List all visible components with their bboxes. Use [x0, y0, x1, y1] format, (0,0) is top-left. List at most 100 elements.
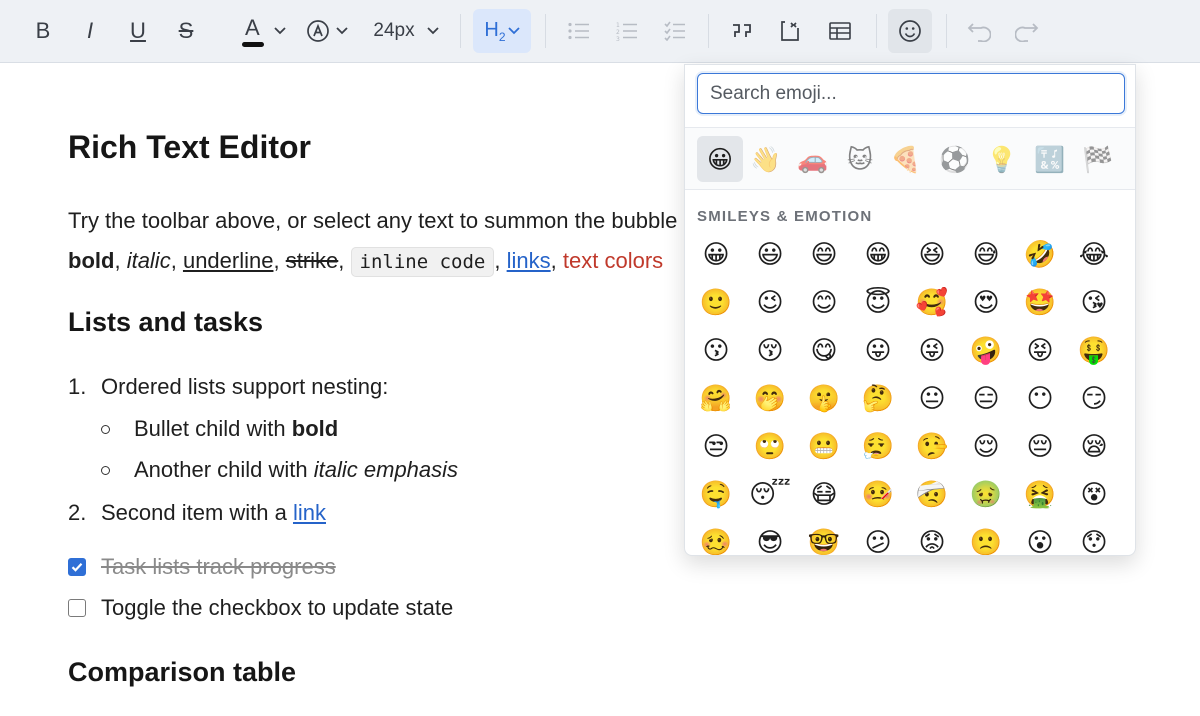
list-item-text: Ordered lists support nesting: [101, 374, 389, 399]
emoji-option[interactable]: 😑 [961, 377, 1011, 421]
category-objects[interactable]: 💡 [979, 136, 1025, 182]
emoji-option[interactable]: 😕 [853, 521, 903, 555]
emoji-option[interactable]: 🤪 [961, 329, 1011, 373]
emoji-option[interactable]: 🤕 [907, 473, 957, 517]
text-color-icon: A [238, 14, 268, 48]
emoji-option[interactable]: 🤒 [853, 473, 903, 517]
emoji-option[interactable]: 🤗 [691, 377, 741, 421]
italic-button[interactable]: I [69, 9, 111, 53]
category-people[interactable]: 👋 [743, 136, 789, 182]
checkmark-icon [71, 562, 83, 572]
category-symbols[interactable]: 🔣 [1027, 136, 1073, 182]
emoji-option[interactable]: 😚 [745, 329, 795, 373]
bold-icon: B [35, 18, 51, 43]
bold-button[interactable]: B [22, 9, 64, 53]
bold-sample: bold [68, 248, 115, 273]
emoji-option[interactable]: 😀 [691, 233, 741, 277]
strike-button[interactable]: S [165, 9, 207, 53]
code-block-button[interactable] [769, 9, 811, 53]
emoji-option[interactable]: 🤤 [691, 473, 741, 517]
emoji-option[interactable]: 😮‍💨 [853, 425, 903, 469]
chevron-down-icon [426, 27, 439, 35]
emoji-option[interactable]: 😝 [1015, 329, 1065, 373]
emoji-option[interactable]: 🙁 [961, 521, 1011, 555]
task-checkbox[interactable] [68, 599, 86, 617]
emoji-option[interactable]: 🥴 [691, 521, 741, 555]
emoji-option[interactable]: 🤢 [961, 473, 1011, 517]
emoji-option[interactable]: 😷 [799, 473, 849, 517]
text-color-button[interactable]: A [234, 9, 290, 53]
emoji-option[interactable]: 😶 [1015, 377, 1065, 421]
category-activities[interactable]: ⚽ [932, 136, 978, 182]
emoji-option[interactable]: 😎 [745, 521, 795, 555]
emoji-option[interactable]: 😗 [691, 329, 741, 373]
comma: , [114, 248, 121, 273]
heading-select[interactable]: H2 [473, 9, 531, 53]
emoji-option[interactable]: 🙂 [691, 281, 741, 325]
undo-button[interactable] [958, 9, 1000, 53]
emoji-option[interactable]: 😜 [907, 329, 957, 373]
emoji-option[interactable]: 😍 [961, 281, 1011, 325]
emoji-option[interactable]: 🤫 [799, 377, 849, 421]
table-button[interactable] [818, 9, 862, 53]
emoji-option[interactable]: 🤔 [853, 377, 903, 421]
emoji-option[interactable]: 😆 [907, 233, 957, 277]
blockquote-button[interactable] [721, 9, 763, 53]
emoji-button[interactable] [888, 9, 932, 53]
underline-button[interactable]: U [117, 9, 159, 53]
comma: , [494, 248, 501, 273]
emoji-option[interactable]: 🤮 [1015, 473, 1065, 517]
links-sample[interactable]: links [507, 248, 551, 273]
emoji-option[interactable]: 🥰 [907, 281, 957, 325]
highlight-button[interactable] [300, 9, 354, 53]
emoji-option[interactable]: 🤩 [1015, 281, 1065, 325]
emoji-option[interactable]: 😵 [1069, 473, 1119, 517]
heading-letter: H [484, 18, 499, 41]
italic-icon: I [86, 18, 94, 43]
emoji-search-input[interactable] [697, 73, 1125, 114]
emoji-option[interactable]: 🤑 [1069, 329, 1119, 373]
emoji-option[interactable]: 😉 [745, 281, 795, 325]
ordered-list-button[interactable]: 123 [606, 9, 648, 53]
emoji-option[interactable]: 😮 [1015, 521, 1065, 555]
task-checkbox-checked[interactable] [68, 558, 86, 576]
emoji-option[interactable]: 😪 [1069, 425, 1119, 469]
emoji-option[interactable]: 🤭 [745, 377, 795, 421]
emoji-option[interactable]: 😯 [1069, 521, 1119, 555]
emoji-option[interactable]: 😔 [1015, 425, 1065, 469]
category-smileys[interactable]: 😀 [697, 136, 743, 182]
category-animals[interactable]: 🐱 [837, 136, 883, 182]
redo-button[interactable] [1006, 9, 1048, 53]
emoji-option[interactable]: 😏 [1069, 377, 1119, 421]
emoji-option[interactable]: 😋 [799, 329, 849, 373]
emoji-option[interactable]: 🤥 [907, 425, 957, 469]
emoji-option[interactable]: 😐 [907, 377, 957, 421]
task-list-button[interactable] [654, 9, 696, 53]
emoji-option[interactable]: 😘 [1069, 281, 1119, 325]
italic-sample: italic [126, 248, 171, 273]
emoji-option[interactable]: 😟 [907, 521, 957, 555]
emoji-option[interactable]: 😄 [799, 233, 849, 277]
font-size-select[interactable]: 24px [366, 9, 446, 53]
emoji-option[interactable]: 🤣 [1015, 233, 1065, 277]
emoji-option[interactable]: 😁 [853, 233, 903, 277]
emoji-option[interactable]: 😛 [853, 329, 903, 373]
emoji-picker: 😀 👋 🚗 🐱 🍕 ⚽ 💡 🔣 🏁 SMILEYS & EMOTION 😀😃😄😁… [684, 64, 1136, 556]
emoji-option[interactable]: 😃 [745, 233, 795, 277]
emoji-option[interactable]: 🙄 [745, 425, 795, 469]
emoji-option[interactable]: 😂 [1069, 233, 1119, 277]
toolbar-divider [946, 14, 947, 48]
bullet-list-button[interactable] [558, 9, 600, 53]
list-item-link[interactable]: link [293, 500, 326, 525]
emoji-option[interactable]: 😇 [853, 281, 903, 325]
emoji-option[interactable]: 😌 [961, 425, 1011, 469]
emoji-option[interactable]: 🤓 [799, 521, 849, 555]
category-food[interactable]: 🍕 [883, 136, 929, 182]
category-flags[interactable]: 🏁 [1075, 136, 1121, 182]
emoji-option[interactable]: 😊 [799, 281, 849, 325]
emoji-option[interactable]: 😅 [961, 233, 1011, 277]
category-travel[interactable]: 🚗 [790, 136, 836, 182]
emoji-option[interactable]: 😴 [745, 473, 795, 517]
emoji-option[interactable]: 😒 [691, 425, 741, 469]
emoji-option[interactable]: 😬 [799, 425, 849, 469]
